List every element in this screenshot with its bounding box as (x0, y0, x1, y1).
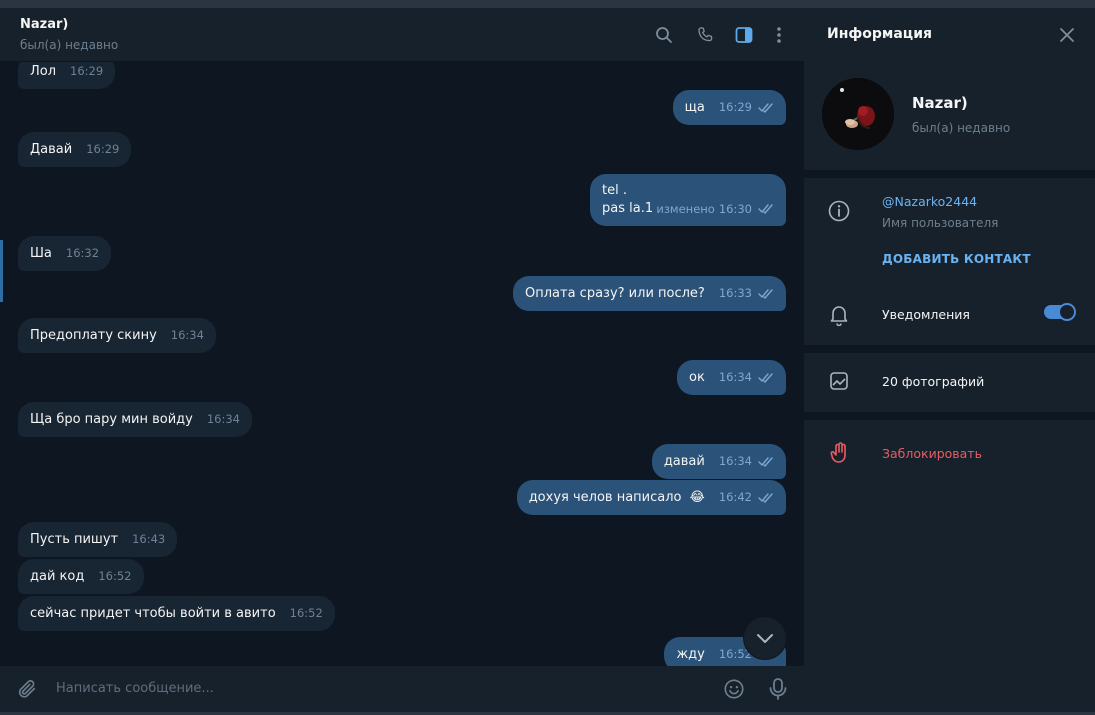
message-time: 16:52 (98, 569, 132, 583)
username-link[interactable]: @Nazarko2444 (882, 194, 977, 209)
message-text: Пусть пишут (30, 532, 119, 547)
read-checks-icon (758, 288, 773, 299)
read-checks-icon (758, 372, 773, 383)
message-text: Ша (30, 246, 52, 261)
message-outgoing[interactable]: дохуя челов написало 😂 16:42 (516, 480, 786, 515)
message-incoming[interactable]: сейчас придет чтобы войти в авито 16:52 (18, 596, 335, 631)
message-time: 16:42 (718, 490, 752, 504)
info-icon (828, 200, 850, 226)
message-time: 16:29 (70, 64, 104, 78)
message-text: ща (684, 100, 705, 115)
more-vertical-icon[interactable] (768, 24, 790, 46)
emoji-icon[interactable] (723, 678, 745, 704)
message-incoming[interactable]: Ща бро пару мин войду 16:34 (18, 402, 253, 437)
message-composer: Написать сообщение... (0, 666, 804, 712)
message-incoming[interactable]: Лол 16:29 (18, 62, 116, 89)
bell-icon (829, 304, 849, 330)
message-incoming[interactable]: Ша 16:32 (18, 236, 112, 271)
hand-stop-icon (830, 442, 850, 468)
message-text: дохуя челов написало (528, 490, 682, 505)
laughing-emoji: 😂 (689, 490, 705, 505)
scroll-indicator (0, 240, 3, 302)
message-time: 16:32 (65, 246, 100, 260)
message-text: Давай (30, 142, 73, 157)
message-time: 16:30 (718, 202, 752, 216)
search-icon[interactable] (653, 24, 675, 46)
info-panel: Информация Nazar) был(а) недавно @Nazark… (804, 8, 1095, 712)
message-outgoing[interactable]: tel . pas la.1 изменено 16:30 (590, 174, 786, 226)
message-time: 16:29 (86, 142, 120, 156)
message-edited-label: изменено (656, 202, 715, 216)
block-button[interactable]: Заблокировать (882, 446, 982, 461)
message-text: Ща бро пару мин войду (30, 412, 193, 427)
chat-area: Nazar) был(а) недавно Лол 16:29 ща 16:29… (0, 8, 804, 712)
read-checks-icon (758, 102, 773, 113)
message-time: 16:33 (718, 286, 752, 300)
toggle-knob (1058, 303, 1076, 321)
message-text: pas la.1 (602, 201, 654, 216)
message-text: Предоплату скину (30, 328, 157, 343)
message-time: 16:34 (170, 328, 204, 342)
chat-header: Nazar) был(а) недавно (0, 8, 804, 62)
attach-icon[interactable] (16, 678, 38, 704)
avatar[interactable] (822, 78, 894, 150)
section-divider (804, 412, 1095, 420)
read-checks-icon (758, 456, 773, 467)
chevron-down-icon (757, 634, 773, 643)
message-time: 16:29 (718, 100, 752, 114)
message-time: 16:52 (289, 606, 323, 620)
message-incoming[interactable]: дай код 16:52 (18, 559, 144, 594)
notifications-label: Уведомления (882, 307, 970, 322)
message-incoming[interactable]: Пусть пишут 16:43 (18, 522, 178, 557)
username-label: Имя пользователя (882, 216, 999, 230)
message-text: давай (663, 454, 705, 469)
message-text: ок (689, 370, 705, 385)
message-time: 16:34 (718, 454, 752, 468)
message-time: 16:34 (206, 412, 241, 426)
add-contact-button[interactable]: ДОБАВИТЬ КОНТАКТ (882, 252, 1031, 266)
notifications-toggle[interactable] (1044, 303, 1076, 321)
close-icon[interactable] (1059, 27, 1075, 47)
photos-item[interactable]: 20 фотографий (882, 374, 984, 389)
message-outgoing[interactable]: Оплата сразу? или после? 16:33 (513, 276, 786, 311)
read-checks-icon (758, 204, 773, 214)
message-text: дай код (30, 569, 85, 584)
message-outgoing[interactable]: ок 16:34 (677, 360, 786, 395)
message-text: Оплата сразу? или после? (525, 286, 705, 301)
message-input[interactable]: Написать сообщение... (56, 681, 214, 696)
message-text: сейчас придет чтобы войти в авито (30, 606, 276, 621)
message-list[interactable]: Лол 16:29 ща 16:29 Давай 16:29 tel . pas la… (0, 62, 804, 666)
read-checks-icon (758, 492, 773, 503)
message-time: 16:43 (132, 532, 166, 546)
message-outgoing[interactable]: ща 16:29 (672, 90, 786, 125)
section-divider (804, 170, 1095, 178)
sidebar-toggle-icon[interactable] (733, 24, 755, 46)
message-outgoing[interactable]: давай 16:34 (651, 444, 786, 479)
window-top-border (0, 0, 1095, 8)
info-panel-title: Информация (827, 26, 932, 42)
profile-name: Nazar) (912, 94, 968, 112)
chat-title[interactable]: Nazar) (20, 17, 68, 32)
profile-status: был(а) недавно (912, 121, 1011, 135)
message-text: tel . (602, 183, 627, 198)
message-text: Лол (30, 64, 57, 79)
section-divider (804, 345, 1095, 353)
phone-icon[interactable] (694, 24, 716, 46)
message-text: жду (676, 647, 705, 662)
telegram-window: Nazar) был(а) недавно Лол 16:29 ща 16:29… (0, 0, 1095, 715)
scroll-down-button[interactable] (744, 617, 786, 659)
message-time: 16:34 (718, 370, 752, 384)
microphone-icon[interactable] (768, 677, 788, 705)
chat-status: был(а) недавно (20, 38, 119, 52)
photo-icon (829, 371, 849, 395)
message-incoming[interactable]: Предоплату скину 16:34 (18, 318, 216, 353)
message-incoming[interactable]: Давай 16:29 (18, 132, 132, 167)
